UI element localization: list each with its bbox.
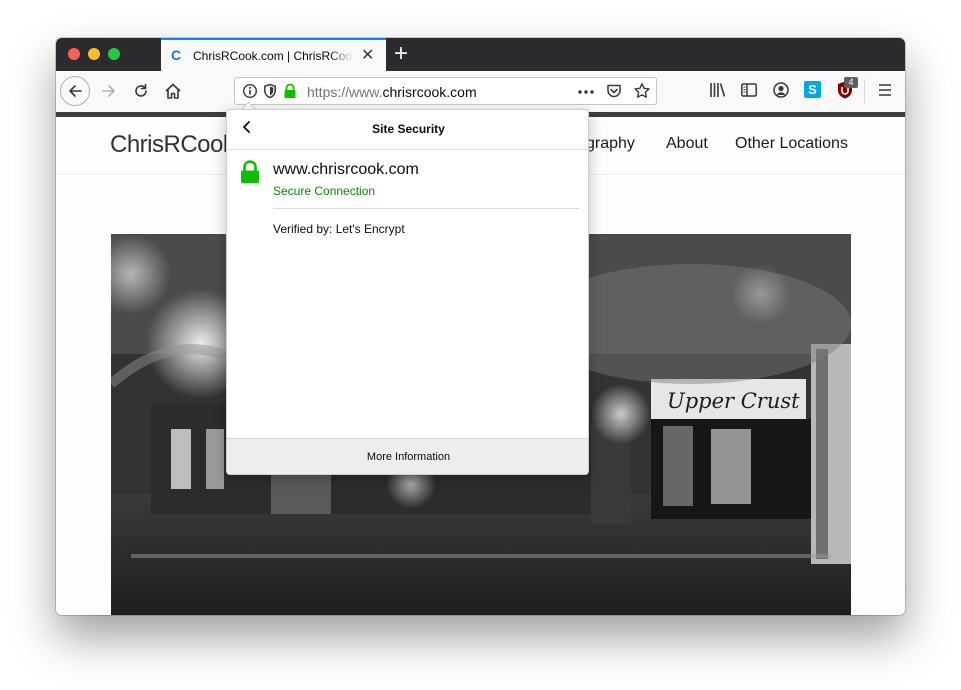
site-logo[interactable]: ChrisRCook — [110, 131, 235, 159]
tab-title: ChrisRCook.com | ChrisRCook.com — [193, 49, 353, 63]
url-bar[interactable]: https://www.chrisrcook.com — [234, 77, 657, 105]
more-information-label: More Information — [366, 451, 451, 463]
tab-strip: C ChrisRCook.com | ChrisRCook.com ✕ + — [56, 38, 905, 71]
info-icon[interactable] — [242, 83, 258, 99]
lock-icon[interactable] — [283, 83, 297, 99]
new-tab-button[interactable]: + — [394, 40, 408, 68]
panel-separator — [273, 208, 579, 209]
nav-item-photography[interactable]: graphy — [586, 135, 635, 153]
navigation-toolbar: https://www.chrisrcook.com S 4 — [56, 71, 905, 112]
pocket-icon[interactable] — [606, 83, 622, 99]
back-arrow-icon — [69, 85, 82, 97]
url-prefix: https://www. — [307, 84, 383, 100]
secure-lock-icon — [241, 160, 259, 183]
window-close-button[interactable] — [68, 48, 80, 60]
tracking-protection-shield-icon[interactable] — [263, 83, 277, 99]
nav-item-about[interactable]: About — [666, 135, 708, 153]
panel-header: Site Security — [227, 110, 588, 150]
window-maximize-button[interactable] — [108, 48, 120, 60]
site-host: www.chrisrcook.com — [273, 161, 419, 178]
account-icon[interactable] — [772, 81, 790, 99]
page-actions-menu-icon[interactable] — [577, 89, 595, 95]
tab-close-icon[interactable]: ✕ — [361, 45, 374, 65]
tab-active[interactable]: C ChrisRCook.com | ChrisRCook.com ✕ — [161, 38, 386, 71]
window-minimize-button[interactable] — [88, 48, 100, 60]
url-text[interactable]: https://www.chrisrcook.com — [307, 84, 477, 100]
connection-status: Secure Connection — [273, 184, 376, 198]
forward-button[interactable] — [101, 83, 117, 99]
back-button[interactable] — [60, 76, 90, 106]
nav-item-other-locations[interactable]: Other Locations — [735, 135, 848, 153]
home-button[interactable] — [164, 82, 182, 100]
bookmark-star-icon[interactable] — [633, 82, 651, 100]
toolbar-divider — [864, 79, 865, 103]
site-security-panel: Site Security www.chrisrcook.com Secure … — [226, 109, 589, 475]
reload-button[interactable] — [133, 83, 149, 99]
upper-crust-sign: Upper Crust — [667, 389, 800, 413]
skype-extension-icon[interactable]: S — [804, 81, 821, 98]
url-domain: chrisrcook.com — [382, 84, 477, 100]
hamburger-menu-icon[interactable] — [878, 83, 892, 97]
verified-by: Verified by: Let's Encrypt — [273, 222, 405, 236]
ublock-badge: 4 — [844, 77, 858, 88]
panel-title: Site Security — [372, 122, 445, 136]
more-information-button[interactable]: More Information — [227, 438, 588, 474]
library-icon[interactable] — [709, 81, 727, 99]
sidebar-icon[interactable] — [740, 81, 758, 99]
site-favicon-icon: C — [171, 47, 182, 63]
